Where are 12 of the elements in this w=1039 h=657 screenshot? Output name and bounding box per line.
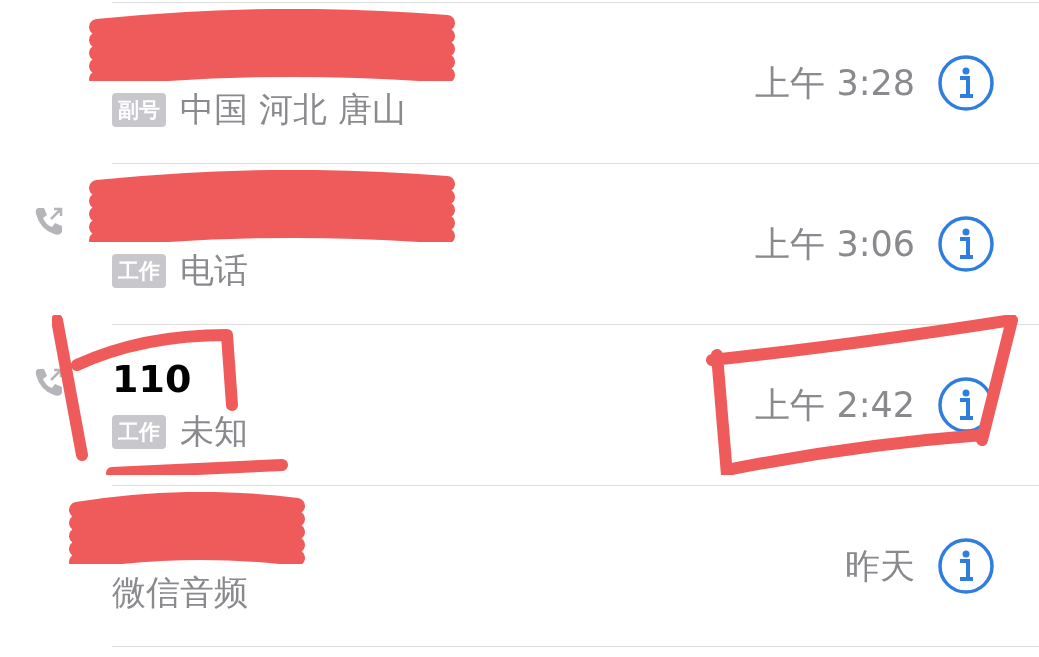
call-time: 上午 2:42	[755, 383, 915, 427]
call-time: 昨天	[845, 544, 915, 588]
call-detail: 电话	[180, 249, 248, 292]
info-icon[interactable]	[937, 215, 995, 273]
info-icon[interactable]	[937, 537, 995, 595]
call-detail: 微信音频	[112, 571, 248, 614]
call-time: 上午 3:28	[755, 61, 915, 105]
call-time: 上午 3:06	[755, 222, 915, 266]
caller-name: 110	[112, 356, 193, 403]
info-icon[interactable]	[937, 54, 995, 112]
call-detail: 中国 河北 唐山	[180, 88, 406, 131]
call-detail: 未知	[180, 410, 248, 453]
